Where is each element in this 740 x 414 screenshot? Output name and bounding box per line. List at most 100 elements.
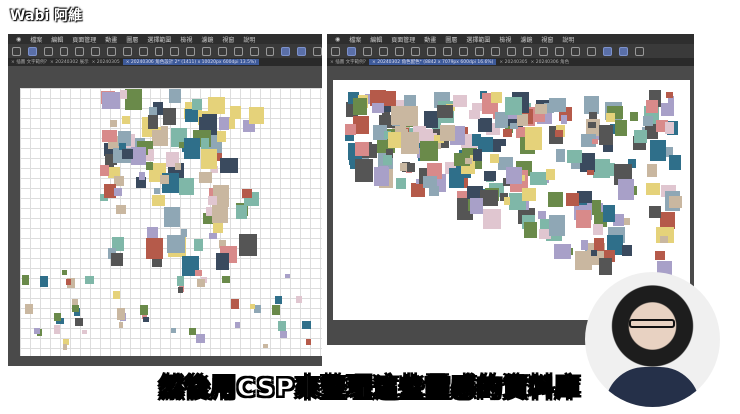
reference-image[interactable]: [215, 252, 229, 270]
reference-image[interactable]: [305, 339, 311, 346]
toolbar-tool-icon[interactable]: [587, 46, 596, 56]
toolbar-tool-icon[interactable]: [91, 46, 101, 56]
document-tab[interactable]: × 20240302 展示: [50, 59, 89, 65]
reference-image[interactable]: [646, 163, 657, 178]
menu-item[interactable]: 檔案: [30, 35, 42, 44]
reference-image[interactable]: [302, 320, 312, 329]
menu-item[interactable]: 圖層: [126, 35, 138, 44]
reference-image[interactable]: [145, 161, 153, 170]
canvas-document[interactable]: [20, 88, 322, 356]
reference-image[interactable]: [553, 243, 571, 259]
menu-item[interactable]: 頁面管理: [391, 35, 415, 44]
toolbar-tool-icon[interactable]: [265, 46, 275, 56]
reference-image[interactable]: [575, 250, 593, 270]
reference-image[interactable]: [116, 308, 126, 320]
reference-image[interactable]: [195, 270, 203, 277]
reference-image[interactable]: [669, 196, 683, 209]
reference-image[interactable]: [184, 138, 200, 159]
reference-image[interactable]: [148, 115, 159, 129]
document-tab[interactable]: × 20240306 角色設計 2* (1411) x 10020px 600d…: [122, 59, 259, 65]
document-tab[interactable]: × 插圖 文字範例?: [11, 59, 47, 65]
reference-image[interactable]: [483, 170, 496, 181]
reference-image[interactable]: [122, 149, 133, 160]
menu-item[interactable]: 圖層: [445, 35, 457, 44]
toolbar-tool-icon[interactable]: [603, 46, 612, 56]
reference-image[interactable]: [355, 141, 370, 157]
reference-image[interactable]: [372, 102, 384, 114]
reference-image[interactable]: [650, 140, 667, 162]
reference-image[interactable]: [505, 97, 522, 116]
reference-image[interactable]: [125, 88, 142, 111]
reference-image[interactable]: [401, 131, 420, 154]
reference-image[interactable]: [217, 131, 227, 142]
reference-image[interactable]: [229, 106, 242, 119]
reference-image[interactable]: [420, 141, 438, 161]
menu-item[interactable]: 檔案: [349, 35, 361, 44]
toolbar-tool-icon[interactable]: [379, 46, 388, 56]
menu-item[interactable]: 視窗: [541, 35, 553, 44]
toolbar-tool-icon[interactable]: [635, 46, 644, 56]
toolbar-tool-icon[interactable]: [186, 46, 196, 56]
reference-image[interactable]: [143, 316, 149, 323]
reference-image[interactable]: [555, 149, 565, 162]
reference-image[interactable]: [254, 304, 261, 313]
reference-image[interactable]: [530, 171, 547, 186]
menu-item[interactable]: 選擇範圍: [147, 35, 171, 44]
reference-image[interactable]: [522, 187, 536, 202]
reference-image[interactable]: [146, 226, 158, 239]
reference-image[interactable]: [437, 105, 453, 118]
reference-image[interactable]: [295, 295, 302, 303]
toolbar-tool-icon[interactable]: [443, 46, 452, 56]
toolbar-tool-icon[interactable]: [395, 46, 404, 56]
document-tab[interactable]: × 20240305: [92, 60, 120, 65]
toolbar-tool-icon[interactable]: [539, 46, 548, 56]
reference-image[interactable]: [74, 318, 84, 326]
toolbar-tool-icon[interactable]: [281, 46, 291, 56]
toolbar-tool-icon[interactable]: [59, 46, 69, 56]
menu-item[interactable]: 濾鏡: [520, 35, 532, 44]
reference-image[interactable]: [587, 170, 594, 176]
reference-image[interactable]: [230, 298, 239, 310]
reference-image[interactable]: [164, 207, 180, 227]
reference-image[interactable]: [239, 234, 257, 257]
toolbar-tool-icon[interactable]: [331, 46, 340, 56]
menu-item[interactable]: 動畫: [424, 35, 436, 44]
reference-image[interactable]: [622, 244, 632, 257]
reference-image[interactable]: [174, 163, 181, 171]
reference-image[interactable]: [200, 148, 218, 170]
reference-image[interactable]: [151, 195, 165, 207]
reference-image[interactable]: [566, 192, 579, 207]
menu-item[interactable]: 檢視: [180, 35, 192, 44]
document-tab[interactable]: × 插圖 文字範例?: [330, 59, 366, 65]
reference-image[interactable]: [471, 133, 481, 146]
reference-image[interactable]: [197, 278, 206, 287]
reference-image[interactable]: [278, 321, 286, 332]
toolbar-tool-icon[interactable]: [313, 46, 322, 56]
toolbar-tool-icon[interactable]: [347, 46, 356, 56]
toolbar-tool-icon[interactable]: [555, 46, 564, 56]
toolbar-tool-icon[interactable]: [363, 46, 372, 56]
reference-image[interactable]: [151, 130, 169, 146]
reference-image[interactable]: [477, 117, 493, 133]
reference-image[interactable]: [100, 164, 110, 177]
reference-image[interactable]: [33, 327, 41, 334]
reference-image[interactable]: [139, 304, 149, 316]
reference-image[interactable]: [391, 105, 407, 126]
reference-image[interactable]: [131, 146, 147, 166]
toolbar-tool-icon[interactable]: [154, 46, 164, 56]
reference-image[interactable]: [646, 99, 658, 114]
reference-image[interactable]: [242, 189, 252, 198]
reference-image[interactable]: [465, 158, 473, 164]
reference-image[interactable]: [39, 275, 49, 288]
reference-image[interactable]: [517, 113, 529, 127]
reference-image[interactable]: [62, 343, 67, 350]
reference-image[interactable]: [218, 116, 230, 131]
menu-item[interactable]: 濾鏡: [201, 35, 213, 44]
reference-image[interactable]: [643, 115, 653, 127]
reference-image[interactable]: [21, 275, 29, 286]
reference-image[interactable]: [503, 196, 511, 206]
reference-image[interactable]: [666, 91, 673, 99]
reference-image[interactable]: [617, 178, 634, 200]
reference-image[interactable]: [354, 158, 373, 182]
reference-image[interactable]: [160, 174, 170, 184]
